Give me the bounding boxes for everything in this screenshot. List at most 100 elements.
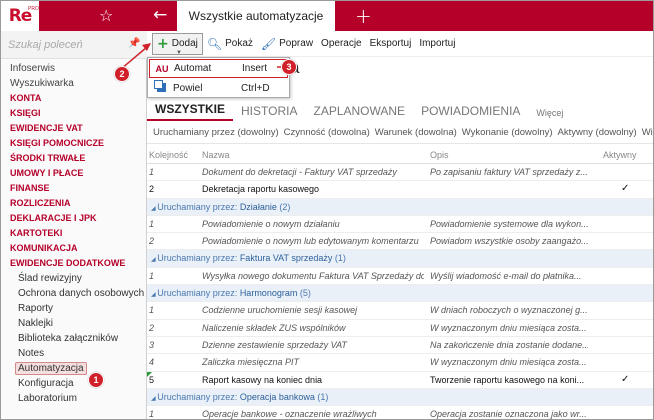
sidebar-item-label: KARTOTEKI	[10, 228, 63, 238]
sidebar-item-label: ROZLICZENIA	[10, 198, 71, 208]
table-row[interactable]: 1 Powiadomienie o nowym działaniu Powiadom…	[147, 216, 653, 234]
new-tab-plus-icon[interactable]: +	[355, 4, 372, 28]
app-logo[interactable]: Re PRO	[1, 1, 39, 31]
header-name[interactable]: Nazwa	[202, 150, 230, 160]
add-button[interactable]: + Dodaj ▼	[152, 32, 203, 56]
table-row[interactable]: 2 Dekretacja raportu kasowego ✓	[147, 181, 653, 199]
sidebar-item[interactable]: Laboratorium	[1, 391, 147, 406]
cell-description: Po zapisaniu faktury VAT sprzedaży z...	[430, 167, 588, 177]
table-row[interactable]: 1 Dokument do dekretacji - Faktury VAT sp…	[147, 164, 653, 182]
operations-button[interactable]: Operacje	[317, 33, 366, 55]
subtab[interactable]: WSZYSTKIE	[147, 99, 234, 121]
grid-header: Kolejność Nazwa Opis Aktywny	[147, 147, 653, 164]
sidebar-item-label: EWIDENCJE DODATKOWE	[10, 258, 126, 268]
sidebar-item[interactable]: Konfiguracja	[1, 376, 147, 391]
sidebar-item[interactable]: Biblioteka załączników	[1, 331, 147, 346]
sidebar-item-label: Automatyzacja	[15, 362, 87, 375]
cell-description: W wyznaczonym dniu miesiąca zosta...	[430, 322, 587, 333]
tab-all-automations[interactable]: Wszystkie automatyzacje	[177, 1, 335, 31]
show-button[interactable]: 🔍︎ Pokaż	[203, 33, 257, 55]
subtab[interactable]: POWIADOMIENIA	[413, 99, 528, 121]
group-prefix: Uruchamiany przez:	[157, 391, 240, 402]
sidebar-item[interactable]: UMOWY I PŁACE	[1, 166, 147, 181]
sidebar-item[interactable]: KSIĘGI POMOCNICZE	[1, 136, 147, 151]
filter-chip[interactable]: Uruchamiany przez (dowolny)	[153, 127, 279, 138]
sidebar-item[interactable]: EWIDENCJE DODATKOWE	[1, 256, 147, 271]
cell-description: Powiadom wszystkie osoby zaangażo...	[430, 236, 588, 247]
header-description[interactable]: Opis	[430, 150, 449, 160]
add-dropdown-menu: AU Automat Insert Powiel Ctrl+D	[147, 57, 290, 98]
sidebar-item[interactable]: DEKLARACJE I JPK	[1, 211, 147, 226]
table-row[interactable]: 2 Naliczenie składek ZUS wspólników W wyzn…	[147, 320, 653, 337]
subtab[interactable]: HISTORIA	[233, 99, 305, 121]
sidebar-item-label: EWIDENCJE VAT	[10, 123, 83, 133]
cell-name: Wysyłka nowego dokumentu Faktura VAT Spr…	[202, 270, 424, 281]
group-count: (5)	[297, 288, 311, 299]
table-row[interactable]: 1 Codzienne uruchomienie sesji kasowej W d…	[147, 302, 653, 320]
sidebar-item[interactable]: KOMUNIKACJA	[1, 241, 147, 256]
filter-chip[interactable]: Wykonanie (dowolny)	[462, 127, 553, 138]
cell-order: 1	[149, 167, 155, 177]
sidebar-item[interactable]: Automatyzacja	[1, 361, 147, 376]
automat-icon: AU	[155, 63, 169, 74]
table-row[interactable]: 1 Operacje bankowe - oznaczenie wrażliwyc…	[147, 406, 653, 419]
group-header-row[interactable]: ◢ Uruchamiany przez: Harmonogram (5)	[147, 285, 653, 303]
table-row[interactable]: 5 Raport kasowy na koniec dnia Tworzenie r…	[147, 371, 653, 389]
menu-item-shortcut: Insert	[242, 63, 268, 74]
edit-button[interactable]: 🖌︎ Popraw	[257, 33, 317, 55]
table-row[interactable]: 1 Wysyłka nowego dokumentu Faktura VAT Sp…	[147, 268, 653, 286]
callout-badge-1: 1	[88, 372, 104, 388]
sidebar-item[interactable]: KONTA	[1, 91, 147, 106]
sidebar-item[interactable]: KARTOTEKI	[1, 226, 147, 241]
filter-chip[interactable]: Warunek (dowolna)	[375, 127, 457, 138]
sidebar-item[interactable]: EWIDENCJE VAT	[1, 121, 147, 136]
cell-order: 1	[149, 218, 155, 229]
subtab[interactable]: ZAPLANOWANE	[305, 99, 413, 121]
export-button[interactable]: Eksportuj	[366, 33, 416, 55]
cell-name: Dekretacja raportu kasowego	[202, 184, 320, 195]
header-order[interactable]: Kolejność	[149, 150, 188, 160]
export-label: Eksportuj	[369, 38, 412, 49]
table-row[interactable]: 4 Zaliczka miesięczna PIT W wyznaczonym dn…	[147, 354, 653, 372]
filter-chip[interactable]: Czynność (dowolna)	[284, 127, 370, 138]
subtab[interactable]: Więcej	[528, 99, 571, 121]
header-active[interactable]: Aktywny	[603, 150, 637, 160]
cell-order: 3	[149, 339, 155, 350]
sidebar-item[interactable]: Notes	[1, 346, 147, 361]
table-row[interactable]: 2 Powiadomienie o nowym lub edytowanym ko…	[147, 233, 653, 251]
group-header-row[interactable]: ◢ Uruchamiany przez: Działanie (2)	[147, 198, 653, 216]
sidebar-item[interactable]: KSIĘGI	[1, 106, 147, 121]
sidebar-item[interactable]: Ochrona danych osobowych	[1, 286, 147, 301]
cell-description: Powiadomienie systemowe dla wykon...	[430, 218, 588, 229]
menu-item-duplicate[interactable]: Powiel Ctrl+D	[149, 79, 288, 98]
sidebar-item[interactable]: ŚRODKI TRWAŁE	[1, 151, 147, 166]
sidebar-item[interactable]: Raporty	[1, 301, 147, 316]
command-search[interactable]: Szukaj poleceń 📌	[1, 31, 147, 59]
sidebar-item[interactable]: ROZLICZENIA	[1, 196, 147, 211]
search-input[interactable]: Szukaj poleceń	[8, 39, 83, 51]
cell-name: Codzienne uruchomienie sesji kasowej	[202, 305, 358, 316]
star-icon[interactable]: ☆	[99, 6, 113, 26]
group-label: ◢ Uruchamiany przez: Operacja bankowa (1…	[151, 392, 328, 402]
toolbar: + Dodaj ▼ 🔍︎ Pokaż 🖌︎ Popraw Operacje Ek…	[147, 31, 653, 57]
menu-item-automat[interactable]: AU Automat Insert	[149, 59, 288, 78]
import-button[interactable]: Importuj	[415, 33, 459, 55]
cell-description: Na zakończenie dnia zostanie dodane...	[430, 339, 588, 350]
group-header-row[interactable]: ◢ Uruchamiany przez: Faktura VAT sprzeda…	[147, 250, 653, 268]
filter-chip[interactable]: Więcej	[642, 127, 653, 138]
filter-chip[interactable]: Aktywny (dowolny)	[558, 127, 637, 138]
cell-order: 2	[149, 236, 155, 247]
back-arrow-icon[interactable]: ←	[153, 5, 167, 25]
sidebar-item[interactable]: FINANSE	[1, 181, 147, 196]
cell-active-check: ✓	[621, 183, 630, 195]
brush-icon: 🖌︎	[260, 36, 277, 51]
pin-icon[interactable]: 📌	[128, 38, 140, 49]
table-row[interactable]: 3 Dzienne zestawienie sprzedaży VAT Na zak…	[147, 337, 653, 355]
sidebar-item-label: UMOWY I PŁACE	[10, 168, 84, 178]
sidebar-item[interactable]: Ślad rewizyjny	[1, 271, 147, 286]
group-header-row[interactable]: ◢ Uruchamiany przez: Operacja bankowa (1…	[147, 388, 653, 407]
sidebar-item[interactable]: Naklejki	[1, 316, 147, 331]
cell-active-check: ✓	[621, 373, 630, 385]
filter-bar: Uruchamiany przez (dowolny) Czynność (dow…	[147, 122, 653, 144]
group-prefix: Uruchamiany przez:	[157, 201, 240, 212]
